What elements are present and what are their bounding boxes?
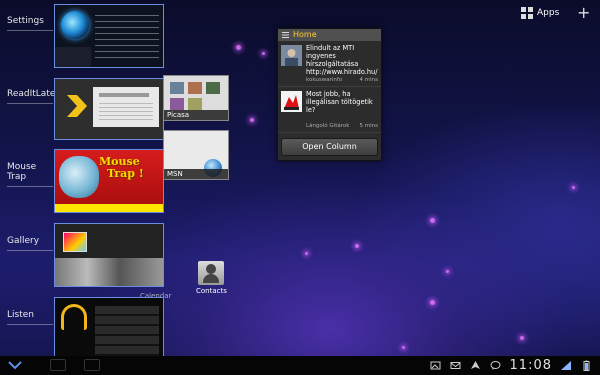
wifi-icon <box>561 361 571 370</box>
readitlater-chevron-icon <box>67 95 87 117</box>
chat-icon <box>490 361 501 370</box>
settings-orb-icon <box>61 11 89 39</box>
home-button[interactable] <box>84 359 100 371</box>
photo-tile <box>170 98 184 110</box>
recent-app-label-listen: Listen <box>7 310 53 325</box>
wallpaper-sparkle <box>446 270 449 273</box>
wallpaper-sparkle <box>402 346 405 349</box>
mousetrap-title-line2: Trap ! <box>107 167 144 180</box>
email-icon <box>450 362 461 369</box>
menu-icon <box>282 32 289 38</box>
recent-apps-panel: Settings ReadItLater Mouse Trap Gallery … <box>0 0 170 361</box>
tweet-text: Elindult az MTI ingyenes hírszolgáltatás… <box>306 44 378 76</box>
contacts-shortcut[interactable]: Contacts <box>196 261 227 295</box>
picasa-label: Picasa <box>164 110 228 120</box>
wallpaper-sparkle <box>355 244 359 248</box>
wallpaper-sparkle <box>572 186 575 189</box>
status-tray[interactable]: 11:08 <box>430 358 592 373</box>
tweet-time: 4 mins <box>359 77 379 83</box>
wallpaper-sparkle <box>236 45 241 50</box>
photo-tile <box>170 82 184 94</box>
wallpaper-sparkle <box>250 118 254 122</box>
photo-tile <box>206 82 220 94</box>
recent-app-listen[interactable] <box>54 297 164 361</box>
tweet-item[interactable]: Most jobb, ha illegálisan töltögetik le?… <box>278 87 381 133</box>
tweet-author: kokuswarinfo <box>306 77 343 83</box>
recent-app-label-settings: Settings <box>7 16 53 31</box>
gallery-icon <box>430 361 441 370</box>
system-bar: 11:08 <box>0 356 600 375</box>
chevron-down-icon[interactable] <box>8 360 22 370</box>
recent-app-gallery[interactable] <box>54 223 164 287</box>
wallpaper-sparkle <box>520 336 524 340</box>
gallery-photo <box>63 232 87 252</box>
tweet-author: Lángoló Gitárok <box>306 123 350 129</box>
widget-title: Home <box>293 30 317 39</box>
wallpaper-sparkle <box>262 52 265 55</box>
picasa-thumbnail[interactable]: Picasa <box>163 75 229 121</box>
headphones-icon <box>61 304 87 330</box>
recent-app-settings[interactable] <box>54 4 164 68</box>
apps-grid-icon <box>521 7 533 19</box>
status-clock: 11:08 <box>509 358 552 373</box>
photo-tile <box>188 98 202 110</box>
nav-arrow-icon <box>470 361 480 369</box>
settings-side <box>55 47 91 67</box>
battery-icon <box>583 360 590 371</box>
back-button[interactable] <box>50 359 66 371</box>
apps-button[interactable]: Apps <box>521 7 559 19</box>
tweet-time: 5 mins <box>359 123 379 129</box>
msn-label: MSN <box>164 169 228 179</box>
photo-tile <box>188 82 202 94</box>
settings-list <box>95 15 159 63</box>
wallpaper-sparkle <box>430 218 435 223</box>
contacts-label: Contacts <box>196 287 227 295</box>
recent-app-label-mousetrap: Mouse Trap <box>7 162 53 187</box>
recent-app-label-gallery: Gallery <box>7 236 53 251</box>
avatar <box>281 91 302 112</box>
listen-list <box>95 306 159 356</box>
recent-app-readitlater[interactable] <box>54 78 164 140</box>
readitlater-page <box>93 87 159 127</box>
tweet-item[interactable]: Elindult az MTI ingyenes hírszolgáltatás… <box>278 41 381 87</box>
wallpaper-sparkle <box>305 252 308 255</box>
home-timeline-widget: Home Elindult az MTI ingyenes hírszolgál… <box>277 28 382 161</box>
plus-icon[interactable]: + <box>577 3 590 22</box>
widget-header[interactable]: Home <box>278 29 381 41</box>
msn-thumbnail[interactable]: MSN <box>163 130 229 180</box>
mouse-character-icon <box>59 156 99 198</box>
tweet-meta: kokuswarinfo 4 mins <box>306 77 378 83</box>
mousetrap-bar <box>55 204 163 212</box>
apps-label: Apps <box>537 8 560 18</box>
avatar <box>281 45 302 66</box>
tweet-meta: Lángoló Gitárok 5 mins <box>306 123 378 129</box>
gallery-strip <box>55 258 163 286</box>
mousetrap-title: Mouse Trap ! <box>99 156 144 180</box>
tweet-text: Most jobb, ha illegálisan töltögetik le? <box>306 90 373 114</box>
recent-app-mousetrap[interactable]: Mouse Trap ! <box>54 149 164 213</box>
wallpaper-sparkle <box>430 300 435 305</box>
recent-app-label-readitlater: ReadItLater <box>7 89 59 104</box>
contacts-icon <box>198 261 224 285</box>
open-column-button[interactable]: Open Column <box>281 138 378 156</box>
